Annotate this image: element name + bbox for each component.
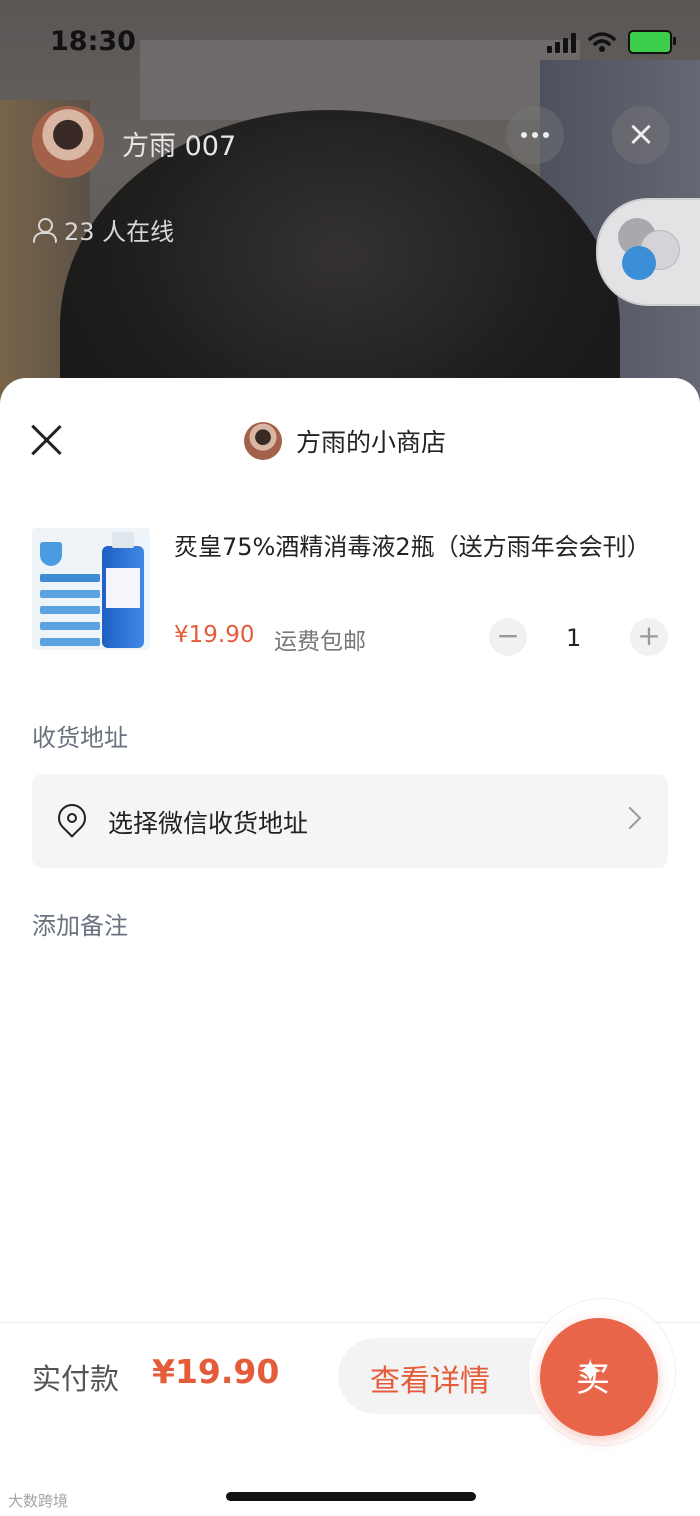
shop-avatar — [244, 422, 282, 460]
dot-icon — [543, 132, 549, 138]
image-tag — [40, 622, 100, 630]
pay-label: 实付款 — [32, 1362, 120, 1396]
shield-icon — [40, 542, 62, 566]
add-note-link[interactable]: 添加备注 — [32, 906, 128, 941]
quantity-plus-button[interactable]: + — [630, 618, 668, 656]
image-tag — [40, 638, 100, 646]
address-section-label: 收货地址 — [32, 724, 128, 752]
product-title: 烎皇75%酒精消毒液2瓶（送方雨年会会刊） — [174, 533, 651, 561]
bottle-label-image — [106, 568, 140, 608]
user-icon — [32, 217, 57, 243]
image-tag — [40, 606, 100, 614]
viewer-count: 23 人在线 — [64, 218, 175, 246]
select-address-button[interactable]: 选择微信收货地址 — [32, 774, 668, 868]
status-icons — [547, 30, 676, 54]
location-pin-icon — [52, 798, 92, 838]
floating-widget[interactable] — [596, 198, 700, 306]
streamer-avatar[interactable] — [32, 106, 104, 178]
viewer-count-row: 23 人在线 — [32, 212, 174, 247]
product-image — [32, 528, 150, 650]
address-placeholder: 选择微信收货地址 — [108, 809, 309, 838]
buy-button[interactable]: 买 ✦ — [540, 1318, 658, 1436]
product-price: ¥19.90 — [174, 622, 255, 648]
pay-amount: ¥19.90 — [152, 1352, 280, 1391]
home-indicator[interactable] — [226, 1492, 476, 1501]
image-tag — [40, 574, 100, 582]
shop-name: 方雨的小商店 — [296, 428, 447, 457]
dot-icon — [521, 132, 527, 138]
view-details-label: 查看详情 — [370, 1364, 490, 1399]
status-bar: 18:30 — [0, 0, 700, 84]
battery-charging-icon — [628, 30, 676, 54]
image-tag — [40, 590, 100, 598]
shop-header: 方雨的小商店 — [244, 422, 446, 460]
signal-icon — [547, 31, 576, 53]
quantity-minus-button[interactable]: − — [489, 618, 527, 656]
close-live-button[interactable]: × — [612, 106, 670, 164]
shipping-info: 运费包邮 — [274, 629, 366, 655]
widget-circle-icon — [622, 246, 656, 280]
chevron-right-icon — [618, 806, 642, 830]
watermark: 大数跨境 — [8, 1492, 69, 1510]
bottle-cap-image — [112, 532, 134, 548]
wifi-icon — [588, 32, 616, 52]
dot-icon — [532, 132, 538, 138]
more-options-button[interactable] — [506, 106, 564, 164]
close-icon[interactable] — [28, 422, 64, 458]
quantity-value: 1 — [566, 624, 582, 652]
status-time: 18:30 — [50, 26, 136, 57]
sparkle-icon: ✦ — [576, 1352, 605, 1392]
streamer-name[interactable]: 方雨 007 — [122, 124, 236, 163]
